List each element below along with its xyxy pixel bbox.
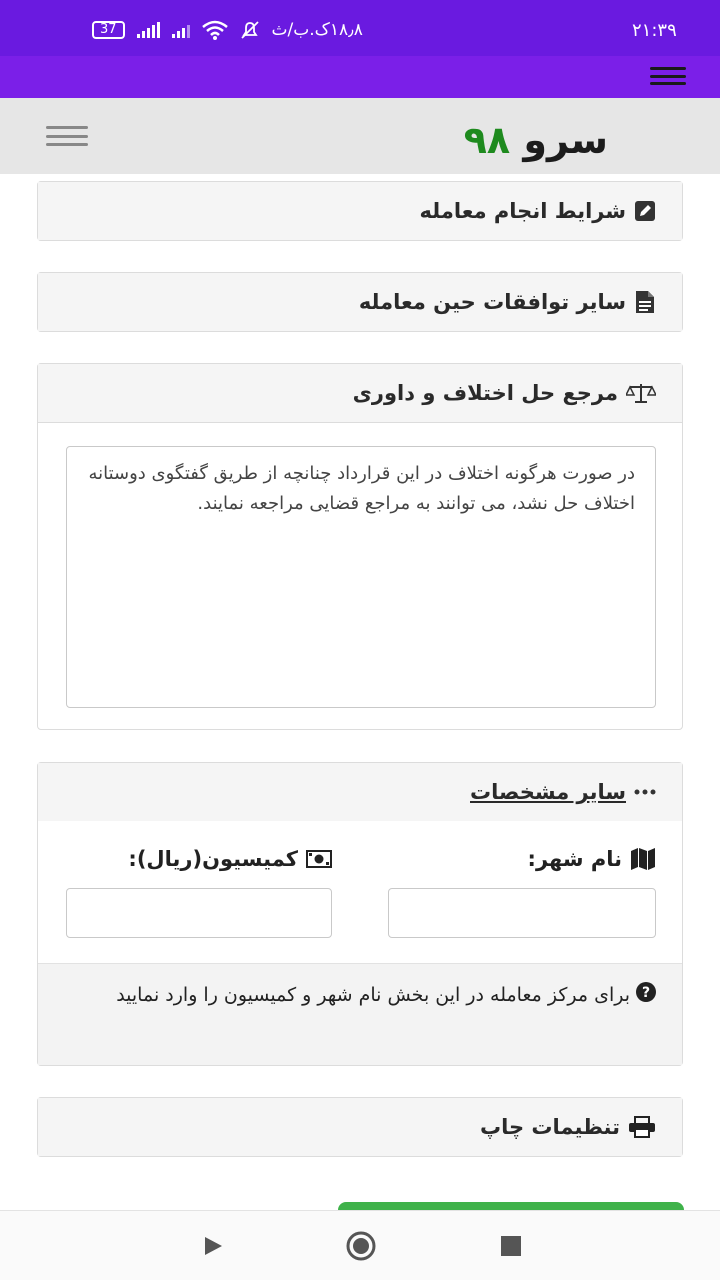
map-icon <box>630 847 656 871</box>
wifi-icon <box>201 20 228 40</box>
other-specs-header[interactable]: سایر مشخصات <box>38 763 682 821</box>
app-header: سرو ۹۸ <box>0 98 720 174</box>
help-note: ? برای مرکز معامله در این بخش نام شهر و … <box>38 963 682 1065</box>
print-settings-title: تنظیمات چاپ <box>480 1115 620 1139</box>
print-icon <box>628 1116 656 1138</box>
svg-text:?: ? <box>642 985 650 1001</box>
battery-icon: 37 <box>92 21 125 39</box>
print-settings-header[interactable]: تنظیمات چاپ <box>38 1098 682 1156</box>
city-input[interactable] <box>388 888 656 938</box>
other-agreements-title: سایر توافقات حین معامله <box>358 290 626 314</box>
print-settings-panel[interactable]: تنظیمات چاپ <box>37 1097 683 1157</box>
home-icon[interactable] <box>346 1231 376 1261</box>
commission-input[interactable] <box>66 888 332 938</box>
dispute-header[interactable]: مرجع حل اختلاف و داوری <box>38 364 682 422</box>
trade-conditions-title: شرایط انجام معامله <box>419 199 626 223</box>
ellipsis-icon <box>634 781 656 803</box>
clock: ۲۱:۳۹ <box>632 20 677 41</box>
signal-icon <box>136 22 160 38</box>
status-icons: 37 ۱۸٫۸ک.ب/ث <box>92 20 363 40</box>
dispute-textarea[interactable]: در صورت هرگونه اختلاف در این قرارداد چنا… <box>66 446 656 708</box>
network-speed: ۱۸٫۸ک.ب/ث <box>271 20 363 40</box>
top-menu-icon[interactable] <box>650 67 686 85</box>
balance-scale-icon <box>626 382 656 404</box>
money-bill-icon <box>306 850 332 868</box>
commission-label: کمیسیون(ریال): <box>128 847 332 871</box>
other-specs-panel: سایر مشخصات نام شهر: کمیسیون(ریال): ? بر… <box>37 762 683 1066</box>
signal-icon-2 <box>171 22 190 38</box>
dispute-panel: مرجع حل اختلاف و داوری در صورت هرگونه اخ… <box>37 363 683 730</box>
other-agreements-header[interactable]: سایر توافقات حین معامله <box>38 273 682 331</box>
top-nav-bar <box>0 56 720 98</box>
status-bar: 37 ۱۸٫۸ک.ب/ث ۲۱:۳۹ <box>0 0 720 56</box>
help-text: برای مرکز معامله در این بخش نام شهر و کم… <box>116 984 630 1006</box>
muted-bell-icon <box>240 21 259 39</box>
recents-icon[interactable] <box>498 1233 524 1259</box>
pencil-square-icon <box>634 200 656 222</box>
trade-conditions-header[interactable]: شرایط انجام معامله <box>38 182 682 240</box>
menu-icon[interactable] <box>46 126 88 146</box>
app-logo[interactable]: سرو ۹۸ <box>464 118 608 162</box>
file-text-icon <box>634 291 656 313</box>
dispute-title: مرجع حل اختلاف و داوری <box>352 381 618 405</box>
question-circle-icon: ? <box>636 979 656 1013</box>
other-agreements-panel[interactable]: سایر توافقات حین معامله <box>37 272 683 332</box>
city-label: نام شهر: <box>528 847 656 871</box>
dispute-body: در صورت هرگونه اختلاف در این قرارداد چنا… <box>38 422 682 708</box>
trade-conditions-panel[interactable]: شرایط انجام معامله <box>37 181 683 241</box>
other-specs-title[interactable]: سایر مشخصات <box>470 780 626 804</box>
back-icon[interactable] <box>200 1233 226 1259</box>
system-nav-bar <box>0 1210 720 1280</box>
